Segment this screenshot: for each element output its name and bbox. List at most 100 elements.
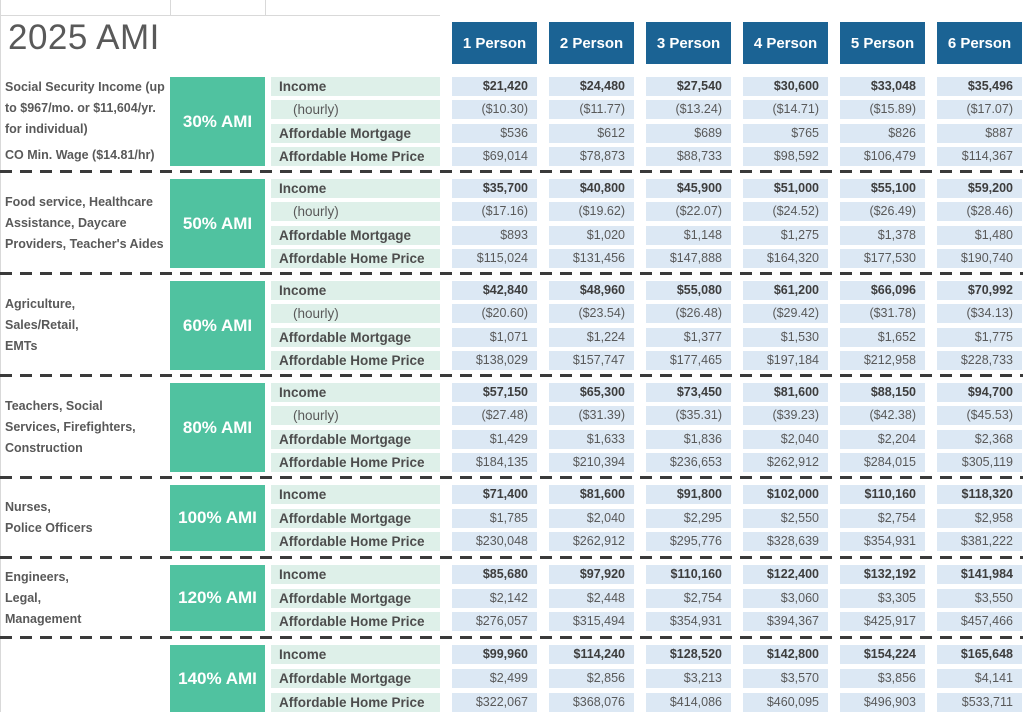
value-cell: ($28.46) [937, 202, 1022, 221]
row-label: Income [271, 485, 440, 504]
row-label: Income [271, 565, 440, 584]
value-cell: $106,479 [840, 147, 925, 166]
value-cell: $305,119 [937, 453, 1022, 472]
occupation-description: Teachers, SocialServices, Firefighters,C… [5, 383, 167, 472]
dashed-section-divider [0, 170, 1023, 173]
ami-table-page: 2025 AMI 1 Person 2 Person 3 Person 4 Perso… [0, 0, 1023, 712]
value-cell: ($20.60) [452, 304, 537, 323]
value-cell: $81,600 [743, 383, 828, 402]
value-cell: $190,740 [937, 249, 1022, 268]
value-cell: $110,160 [840, 485, 925, 504]
value-cell: $2,040 [549, 509, 634, 528]
page-title: 2025 AMI [8, 18, 160, 58]
value-cell: $138,029 [452, 351, 537, 370]
value-cell: $210,394 [549, 453, 634, 472]
value-cell: $45,900 [646, 179, 731, 198]
value-cell: $3,550 [937, 589, 1022, 608]
column-header-2-person[interactable]: 2 Person [549, 22, 634, 64]
value-cell: $368,076 [549, 693, 634, 712]
row-label: Affordable Home Price [271, 693, 440, 712]
ami-section-30pct: Social Security Income (upto $967/mo. or… [0, 77, 1023, 166]
value-cell: $3,570 [743, 669, 828, 688]
ami-section-80pct: Teachers, SocialServices, Firefighters,C… [0, 383, 1023, 472]
value-cell: $295,776 [646, 532, 731, 551]
row-label: Affordable Home Price [271, 532, 440, 551]
value-cell: $3,213 [646, 669, 731, 688]
value-cell: $35,496 [937, 77, 1022, 96]
gridline [265, 0, 266, 15]
value-cell: $284,015 [840, 453, 925, 472]
column-header-4-person[interactable]: 4 Person [743, 22, 828, 64]
value-cell: ($42.38) [840, 406, 925, 425]
value-cell: $55,100 [840, 179, 925, 198]
value-cell: $2,448 [549, 589, 634, 608]
value-cell: ($24.52) [743, 202, 828, 221]
column-header-6-person[interactable]: 6 Person [937, 22, 1022, 64]
value-cell: ($22.07) [646, 202, 731, 221]
occupation-description: Nurses,Police Officers [5, 485, 167, 551]
row-label: Affordable Home Price [271, 612, 440, 631]
value-cell: $2,856 [549, 669, 634, 688]
value-cell: $2,204 [840, 430, 925, 449]
value-cell: $33,048 [840, 77, 925, 96]
value-cell: $48,960 [549, 281, 634, 300]
value-cell: $88,150 [840, 383, 925, 402]
row-label: Affordable Mortgage [271, 669, 440, 688]
value-cell: $1,377 [646, 328, 731, 347]
value-cell: ($31.78) [840, 304, 925, 323]
value-cell: $276,057 [452, 612, 537, 631]
value-cell: $2,754 [840, 509, 925, 528]
value-cell: $315,494 [549, 612, 634, 631]
value-cell: $94,700 [937, 383, 1022, 402]
value-cell: $4,141 [937, 669, 1022, 688]
value-cell: $85,680 [452, 565, 537, 584]
value-cell: $154,224 [840, 645, 925, 664]
value-cell: $1,480 [937, 226, 1022, 245]
column-header-1-person[interactable]: 1 Person [452, 22, 537, 64]
value-cell: $328,639 [743, 532, 828, 551]
ami-percent-badge: 120% AMI [170, 565, 265, 631]
value-cell: $612 [549, 124, 634, 143]
value-cell: $1,785 [452, 509, 537, 528]
ami-section-100pct: Nurses,Police Officers100% AMIIncome$71,… [0, 485, 1023, 551]
value-cell: $71,400 [452, 485, 537, 504]
column-header-5-person[interactable]: 5 Person [840, 22, 925, 64]
value-cell: $887 [937, 124, 1022, 143]
value-cell: $496,903 [840, 693, 925, 712]
value-cell: $30,600 [743, 77, 828, 96]
value-cell: $24,480 [549, 77, 634, 96]
row-label: Affordable Mortgage [271, 509, 440, 528]
value-cell: $51,000 [743, 179, 828, 198]
column-header-3-person[interactable]: 3 Person [646, 22, 731, 64]
value-cell: $70,992 [937, 281, 1022, 300]
value-cell: $164,320 [743, 249, 828, 268]
value-cell: $110,160 [646, 565, 731, 584]
value-cell: $1,633 [549, 430, 634, 449]
ami-percent-badge: 80% AMI [170, 383, 265, 472]
value-cell: $1,530 [743, 328, 828, 347]
gridline [170, 0, 171, 15]
value-cell: $21,420 [452, 77, 537, 96]
value-cell: ($19.62) [549, 202, 634, 221]
occupation-description: Engineers,Legal,Management [5, 565, 167, 631]
row-label: Affordable Home Price [271, 147, 440, 166]
value-cell: $228,733 [937, 351, 1022, 370]
value-cell: ($45.53) [937, 406, 1022, 425]
occupation-description: Social Security Income (upto $967/mo. or… [5, 77, 167, 166]
gridline [0, 15, 440, 16]
value-cell: $177,530 [840, 249, 925, 268]
value-cell: $536 [452, 124, 537, 143]
value-cell: $2,295 [646, 509, 731, 528]
value-cell: ($17.16) [452, 202, 537, 221]
value-cell: $1,224 [549, 328, 634, 347]
value-cell: $826 [840, 124, 925, 143]
value-cell: $2,142 [452, 589, 537, 608]
value-cell: ($26.48) [646, 304, 731, 323]
value-cell: $262,912 [549, 532, 634, 551]
value-cell: $765 [743, 124, 828, 143]
value-cell: $61,200 [743, 281, 828, 300]
value-cell: $1,275 [743, 226, 828, 245]
value-cell: ($29.42) [743, 304, 828, 323]
value-cell: $97,920 [549, 565, 634, 584]
ami-percent-badge: 30% AMI [170, 77, 265, 166]
